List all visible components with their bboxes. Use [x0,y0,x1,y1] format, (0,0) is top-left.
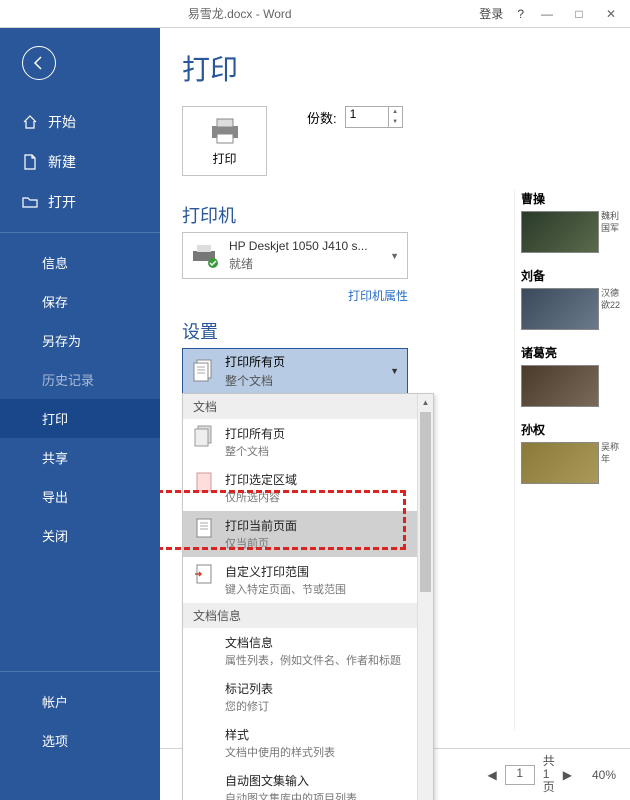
printer-section-header: 打印机 [182,202,236,228]
help-button[interactable]: ? [517,7,524,21]
printer-ready-icon [191,243,221,269]
copies-spinner[interactable]: ▲▼ [388,107,402,127]
menu-docinfo[interactable]: 文档信息属性列表，例如文件名、作者和标题 [183,628,433,674]
copies-label: 份数: [307,108,337,127]
backstage-sidebar: 开始 新建 打开 信息 保存 另存为 历史记录 打印 共享 导出 关闭 帐户 选… [0,28,160,800]
print-panel: 打印 打印 份数: 1 ▲▼ 打印机 i HP De [160,28,630,800]
nav-info[interactable]: 信息 [0,243,160,282]
zoom-level: 40% [592,768,616,782]
menu-scrollbar[interactable]: ▲ ▼ [417,394,433,800]
home-icon [22,114,38,130]
back-button[interactable] [22,46,56,80]
copies-input[interactable]: 1 ▲▼ [345,106,403,128]
nav-share[interactable]: 共享 [0,438,160,477]
scroll-up-icon[interactable]: ▲ [418,394,433,410]
print-range-menu: 文档 打印所有页整个文档 打印选定区域仅所选内容 打印当前页面仅当前页 自定义打… [182,393,434,800]
nav-options[interactable]: 选项 [0,721,160,760]
nav-new[interactable]: 新建 [0,142,160,182]
nav-close[interactable]: 关闭 [0,516,160,555]
print-range-dropdown[interactable]: 打印所有页 整个文档 ▼ [182,348,408,394]
menu-styles[interactable]: 样式文档中使用的样式列表 [183,720,433,766]
close-window-button[interactable]: ✕ [602,7,620,21]
preview-card: 孙权 吴称年 [521,421,630,484]
prev-page-button[interactable]: ◀ [487,768,496,782]
chevron-down-icon: ▼ [390,251,399,261]
preview-card: 曹操 魏利国军 [521,190,630,253]
menu-print-all[interactable]: 打印所有页整个文档 [183,419,433,465]
menu-header-document: 文档 [183,394,433,419]
nav-save[interactable]: 保存 [0,282,160,321]
nav-saveas[interactable]: 另存为 [0,321,160,360]
page-title: 打印 [182,48,618,88]
printer-selector[interactable]: HP Deskjet 1050 J410 s... 就绪 ▼ [182,232,408,279]
nav-open[interactable]: 打开 [0,182,160,222]
nav-history[interactable]: 历史记录 [0,360,160,399]
print-button[interactable]: 打印 [182,106,267,176]
print-preview: 曹操 魏利国军 刘备 汉德欲22 诸葛亮 孙权 吴称年 [514,190,630,730]
nav-home[interactable]: 开始 [0,102,160,142]
nav-export[interactable]: 导出 [0,477,160,516]
pages-icon [191,358,215,384]
next-page-button[interactable]: ▶ [563,768,572,782]
open-icon [22,194,38,210]
preview-card: 刘备 汉德欲22 [521,267,630,330]
titlebar: 易雪龙.docx - Word 登录 ? — □ ✕ [0,0,630,28]
menu-markup-list[interactable]: 标记列表您的修订 [183,674,433,720]
printer-properties-link[interactable]: 打印机属性 [182,287,408,304]
menu-header-docinfo: 文档信息 [183,603,433,628]
scroll-thumb[interactable] [420,412,431,592]
settings-section-header: 设置 [182,318,218,344]
page-input[interactable]: 1 [505,765,535,785]
preview-card: 诸葛亮 [521,344,630,407]
menu-autotext[interactable]: 自动图文集输入自动图文集库中的项目列表 [183,766,433,800]
new-icon [22,154,38,170]
printer-icon [208,116,242,146]
nav-account[interactable]: 帐户 [0,682,160,721]
nav-print[interactable]: 打印 [0,399,160,438]
chevron-down-icon: ▼ [390,366,399,376]
menu-print-selection[interactable]: 打印选定区域仅所选内容 [183,465,433,511]
menu-print-current[interactable]: 打印当前页面仅当前页 [183,511,433,557]
maximize-button[interactable]: □ [570,7,588,21]
window-title: 易雪龙.docx - Word [0,5,479,22]
login-link[interactable]: 登录 [479,5,503,22]
menu-print-custom[interactable]: 自定义打印范围键入特定页面、节或范围 [183,557,433,603]
minimize-button[interactable]: — [538,7,556,21]
